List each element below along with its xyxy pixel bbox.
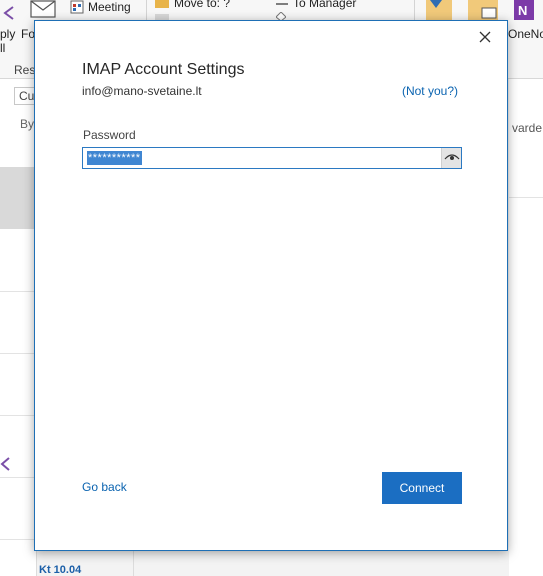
eye-icon bbox=[444, 154, 460, 160]
close-icon bbox=[479, 31, 491, 43]
move-to-quickstep[interactable]: Move to: ? bbox=[174, 0, 230, 10]
reply-all-icon[interactable] bbox=[0, 4, 14, 22]
current-mailbox-dropdown[interactable]: Cur bbox=[14, 87, 38, 105]
account-email: info@mano-svetaine.lt bbox=[82, 84, 202, 98]
tag-icon[interactable] bbox=[426, 0, 452, 20]
ribbon-separator bbox=[146, 0, 147, 20]
folder-icon[interactable] bbox=[155, 0, 169, 8]
row-divider bbox=[0, 353, 36, 354]
reveal-password-button[interactable] bbox=[441, 148, 461, 168]
reading-pane: varde bbox=[509, 79, 543, 576]
meeting-button[interactable]: Meeting bbox=[88, 0, 131, 14]
reply-all-label-line2[interactable]: ll bbox=[0, 41, 5, 55]
envelope-icon[interactable] bbox=[30, 0, 56, 18]
password-label: Password bbox=[83, 128, 136, 142]
forward-label[interactable]: Fo bbox=[21, 27, 35, 41]
message-list: Cur By Kt 10.04 bbox=[0, 79, 81, 576]
folder-move-icon[interactable] bbox=[468, 0, 498, 20]
password-field[interactable]: *********** bbox=[82, 147, 462, 169]
svg-text:N: N bbox=[518, 3, 527, 18]
forwarded-label: varde bbox=[512, 121, 543, 135]
close-button[interactable] bbox=[475, 27, 495, 47]
onenote-icon[interactable]: N bbox=[514, 0, 534, 20]
arrange-by-label[interactable]: By bbox=[20, 117, 34, 131]
ribbon-separator-2 bbox=[414, 0, 415, 20]
connect-button[interactable]: Connect bbox=[382, 472, 462, 504]
row-divider bbox=[0, 477, 36, 478]
message-date: Kt 10.04 bbox=[39, 564, 82, 576]
row-divider bbox=[0, 291, 36, 292]
not-you-link[interactable]: (Not you?) bbox=[402, 84, 458, 98]
reply-all-label[interactable]: ply bbox=[0, 27, 15, 41]
meeting-icon[interactable] bbox=[70, 0, 84, 14]
selected-message-row[interactable] bbox=[0, 167, 36, 229]
reading-pane-divider bbox=[509, 197, 543, 198]
onenote-label[interactable]: OneNo bbox=[508, 27, 543, 41]
row-divider bbox=[0, 415, 36, 416]
imap-settings-dialog: IMAP Account Settings info@mano-svetaine… bbox=[34, 20, 508, 551]
to-manager-quickstep[interactable]: To Manager bbox=[293, 0, 356, 10]
row-divider bbox=[0, 539, 36, 540]
arrow-icon bbox=[276, 3, 288, 5]
dialog-title: IMAP Account Settings bbox=[82, 61, 245, 78]
left-pane-border bbox=[133, 551, 134, 576]
go-back-link[interactable]: Go back bbox=[82, 480, 127, 494]
password-input[interactable]: *********** bbox=[87, 151, 142, 165]
reply-indicator-icon bbox=[0, 457, 10, 471]
